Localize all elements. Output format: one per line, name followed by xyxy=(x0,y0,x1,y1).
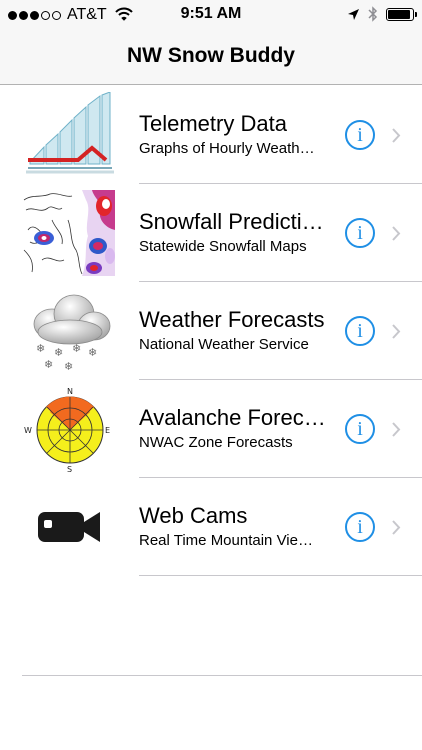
bluetooth-icon xyxy=(368,6,378,22)
compass-e-label: E xyxy=(105,426,110,435)
chevron-right-icon xyxy=(392,226,401,241)
battery-level xyxy=(388,9,410,19)
chevron-right-icon xyxy=(392,422,401,437)
menu-list: Telemetry Data Graphs of Hourly Weath… i xyxy=(0,86,422,576)
navigation-bar: NW Snow Buddy xyxy=(0,30,422,85)
chevron-right-icon xyxy=(392,324,401,339)
video-camera-icon xyxy=(38,512,100,542)
list-item-web-cams[interactable]: Web Cams Real Time Mountain Vie… i xyxy=(0,478,422,576)
svg-text:❄: ❄ xyxy=(36,342,45,355)
snow-cloud-icon: ❄ ❄ ❄ ❄ ❄ ❄ xyxy=(33,294,111,373)
list-item-snowfall-predictions[interactable]: Snowfall Predicti… Statewide Snowfall Ma… xyxy=(0,184,422,282)
chevron-right-icon xyxy=(392,520,401,535)
list-item-weather-forecasts[interactable]: ❄ ❄ ❄ ❄ ❄ ❄ Weather Forecasts National W… xyxy=(0,282,422,380)
status-right xyxy=(347,6,417,22)
item-subtitle: Graphs of Hourly Weath… xyxy=(139,140,315,157)
chevron-right-icon xyxy=(392,128,401,143)
compass-n-label: N xyxy=(67,387,73,396)
location-arrow-icon xyxy=(348,8,359,20)
compass-w-label: W xyxy=(24,426,32,435)
list-item-telemetry-data[interactable]: Telemetry Data Graphs of Hourly Weath… i xyxy=(0,86,422,184)
item-subtitle: National Weather Service xyxy=(139,336,309,353)
svg-text:❄: ❄ xyxy=(44,358,53,371)
svg-text:❄: ❄ xyxy=(72,342,81,355)
status-bar: AT&T 9:51 AM xyxy=(0,0,422,30)
info-button[interactable]: i xyxy=(345,316,375,346)
item-subtitle: Statewide Snowfall Maps xyxy=(139,238,307,255)
item-title: Avalanche Forec… xyxy=(139,405,326,430)
list-item-avalanche-forecasts[interactable]: N E S W Avalanche Forec… NWAC Zone Forec… xyxy=(0,380,422,478)
item-title: Telemetry Data xyxy=(139,111,287,136)
item-title: Weather Forecasts xyxy=(139,307,325,332)
svg-text:❄: ❄ xyxy=(88,346,97,359)
telemetry-chart-icon xyxy=(22,92,115,178)
footer-separator xyxy=(22,675,422,676)
info-button[interactable]: i xyxy=(345,218,375,248)
battery-icon xyxy=(386,7,417,21)
compass-s-label: S xyxy=(67,465,72,472)
info-button[interactable]: i xyxy=(345,414,375,444)
avalanche-rose-icon: N E S W xyxy=(24,387,110,472)
item-title: Web Cams xyxy=(139,503,248,528)
snowfall-map-icon xyxy=(22,190,115,276)
svg-text:❄: ❄ xyxy=(54,346,63,359)
info-button[interactable]: i xyxy=(345,512,375,542)
svg-text:❄: ❄ xyxy=(64,360,73,373)
item-title: Snowfall Predicti… xyxy=(139,209,324,234)
item-subtitle: Real Time Mountain Vie… xyxy=(139,532,313,549)
info-button[interactable]: i xyxy=(345,120,375,150)
separator xyxy=(139,575,422,576)
item-subtitle: NWAC Zone Forecasts xyxy=(139,434,293,451)
page-title: NW Snow Buddy xyxy=(127,44,295,67)
